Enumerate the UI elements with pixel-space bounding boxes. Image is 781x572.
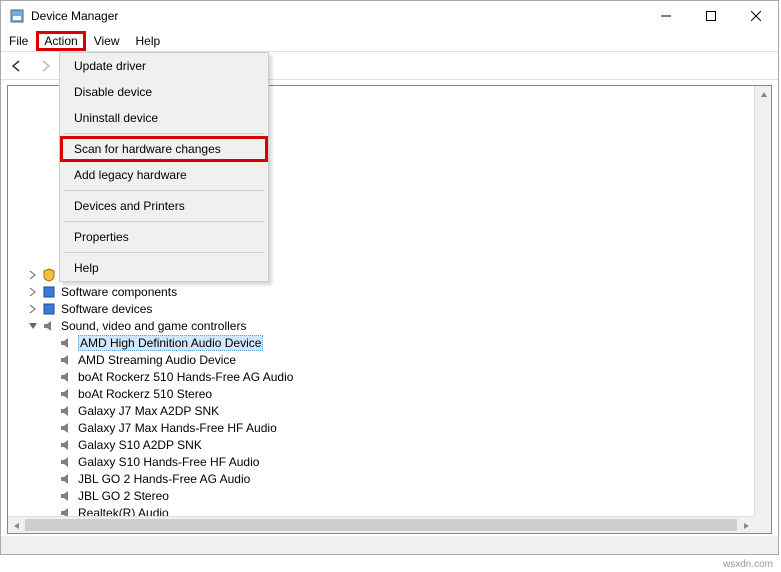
speaker-icon (58, 352, 74, 368)
statusbar (1, 536, 778, 554)
menu-help-item[interactable]: Help (60, 255, 268, 281)
shield-icon (41, 267, 57, 283)
menu-add-legacy-hardware[interactable]: Add legacy hardware (60, 162, 268, 188)
menu-separator (64, 221, 264, 222)
horizontal-scrollbar[interactable] (8, 516, 754, 533)
tree-label: Galaxy J7 Max Hands-Free HF Audio (78, 421, 277, 435)
speaker-icon (58, 420, 74, 436)
menu-devices-and-printers[interactable]: Devices and Printers (60, 193, 268, 219)
menubar: File Action View Help (1, 31, 778, 52)
menu-scan-hardware-changes[interactable]: Scan for hardware changes (60, 136, 268, 162)
speaker-icon (58, 369, 74, 385)
tree-label: JBL GO 2 Hands-Free AG Audio (78, 472, 250, 486)
vertical-scrollbar[interactable] (754, 86, 771, 516)
menu-separator (64, 133, 264, 134)
scrollbar-corner (754, 516, 771, 533)
tree-label: AMD High Definition Audio Device (78, 335, 263, 351)
titlebar: Device Manager (1, 1, 778, 31)
menu-uninstall-device[interactable]: Uninstall device (60, 105, 268, 131)
collapse-icon[interactable] (26, 319, 40, 333)
speaker-icon (58, 437, 74, 453)
tree-category-sound[interactable]: Sound, video and game controllers (8, 317, 771, 334)
menu-file[interactable]: File (1, 32, 36, 50)
back-button[interactable] (5, 55, 29, 77)
tree-device[interactable]: Galaxy J7 Max A2DP SNK (8, 402, 771, 419)
speaker-icon (58, 471, 74, 487)
tree-label: AMD Streaming Audio Device (78, 353, 236, 367)
forward-button[interactable] (33, 55, 57, 77)
tree-device[interactable]: boAt Rockerz 510 Hands-Free AG Audio (8, 368, 771, 385)
tree-label: Galaxy J7 Max A2DP SNK (78, 404, 219, 418)
app-icon (9, 8, 25, 24)
scroll-left-icon[interactable] (8, 517, 25, 534)
speaker-icon (58, 386, 74, 402)
tree-device[interactable]: AMD High Definition Audio Device (8, 334, 771, 351)
action-menu-dropdown: Update driver Disable device Uninstall d… (59, 52, 269, 282)
tree-label: Software components (61, 285, 177, 299)
window-title: Device Manager (31, 9, 118, 23)
scrollbar-thumb[interactable] (25, 519, 737, 531)
tree-label: JBL GO 2 Stereo (78, 489, 169, 503)
component-icon (41, 284, 57, 300)
maximize-button[interactable] (688, 1, 733, 31)
tree-label: Software devices (61, 302, 152, 316)
menu-view[interactable]: View (86, 32, 128, 50)
tree-device[interactable]: JBL GO 2 Stereo (8, 487, 771, 504)
expand-icon[interactable] (26, 302, 40, 316)
close-button[interactable] (733, 1, 778, 31)
menu-help[interactable]: Help (128, 32, 169, 50)
expand-icon[interactable] (26, 285, 40, 299)
speaker-icon (58, 454, 74, 470)
tree-device[interactable]: Galaxy J7 Max Hands-Free HF Audio (8, 419, 771, 436)
tree-device[interactable]: Galaxy S10 A2DP SNK (8, 436, 771, 453)
menu-separator (64, 252, 264, 253)
minimize-button[interactable] (643, 1, 688, 31)
tree-label: boAt Rockerz 510 Hands-Free AG Audio (78, 370, 293, 384)
menu-disable-device[interactable]: Disable device (60, 79, 268, 105)
menu-update-driver[interactable]: Update driver (60, 53, 268, 79)
scroll-up-icon[interactable] (755, 86, 772, 103)
speaker-icon (41, 318, 57, 334)
menu-action[interactable]: Action (36, 31, 85, 51)
expand-icon[interactable] (26, 268, 40, 282)
window-controls (643, 1, 778, 31)
component-icon (41, 301, 57, 317)
scroll-right-icon[interactable] (737, 517, 754, 534)
tree-label: boAt Rockerz 510 Stereo (78, 387, 212, 401)
speaker-icon (58, 335, 74, 351)
menu-properties[interactable]: Properties (60, 224, 268, 250)
tree-category[interactable]: Software components (8, 283, 771, 300)
watermark: wsxdn.com (723, 559, 773, 570)
tree-device[interactable]: JBL GO 2 Hands-Free AG Audio (8, 470, 771, 487)
tree-label: Sound, video and game controllers (61, 319, 246, 333)
tree-device[interactable]: AMD Streaming Audio Device (8, 351, 771, 368)
tree-label: Galaxy S10 Hands-Free HF Audio (78, 455, 259, 469)
speaker-icon (58, 403, 74, 419)
tree-category[interactable]: Software devices (8, 300, 771, 317)
speaker-icon (58, 488, 74, 504)
tree-label: Galaxy S10 A2DP SNK (78, 438, 202, 452)
tree-device[interactable]: Galaxy S10 Hands-Free HF Audio (8, 453, 771, 470)
tree-device[interactable]: boAt Rockerz 510 Stereo (8, 385, 771, 402)
menu-separator (64, 190, 264, 191)
device-manager-window: Device Manager File Action View Help Upd… (0, 0, 779, 555)
